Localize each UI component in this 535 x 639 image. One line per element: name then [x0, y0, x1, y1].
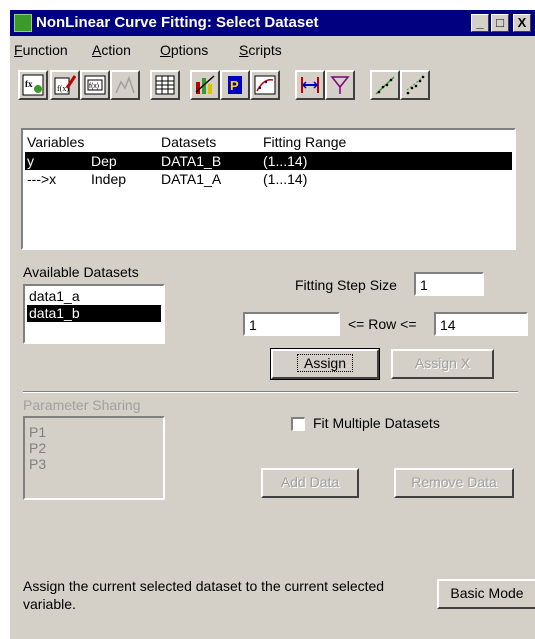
list-item: P2: [29, 440, 47, 456]
basic-mode-button[interactable]: Basic Mode: [437, 579, 535, 609]
scatter-fit-icon[interactable]: [370, 70, 400, 100]
toolbar: fx f(x) f(x) P: [10, 64, 535, 104]
weighting-icon[interactable]: [325, 70, 355, 100]
menu-bar: Function Action Options Scripts: [10, 38, 535, 62]
distribution-icon: [110, 70, 140, 100]
fitting-range-header: Fitting Range: [263, 134, 347, 150]
row-range-label: <= Row <=: [348, 316, 417, 332]
variable-row[interactable]: y Dep DATA1_B (1...14): [25, 152, 512, 170]
status-text: Assign the current selected dataset to t…: [23, 578, 385, 612]
available-datasets-list[interactable]: data1_a data1_b: [23, 284, 165, 344]
fitting-step-size-field[interactable]: 1: [414, 272, 484, 296]
assign-x-button: Assign X: [391, 349, 494, 379]
fitting-step-size-label: Fitting Step Size: [295, 277, 397, 293]
worksheet-icon[interactable]: [150, 70, 180, 100]
parameter-sharing-label: Parameter Sharing: [23, 397, 141, 413]
menu-options[interactable]: Options: [160, 42, 208, 58]
parameters-icon[interactable]: P: [220, 70, 250, 100]
remove-data-button: Remove Data: [394, 468, 514, 498]
svg-text:P: P: [230, 78, 239, 93]
variables-list[interactable]: Variables Datasets Fitting Range y Dep D…: [21, 128, 516, 250]
scatter-fit-up-icon[interactable]: [400, 70, 430, 100]
datasets-header: Datasets: [161, 134, 217, 150]
window-title: NonLinear Curve Fitting: Select Dataset: [36, 14, 319, 31]
function-fx-icon[interactable]: fx: [18, 70, 48, 100]
maximize-button[interactable]: □: [491, 14, 509, 32]
fit-range-icon[interactable]: [295, 70, 325, 100]
list-item: P3: [29, 456, 47, 472]
menu-action[interactable]: Action: [92, 42, 131, 58]
dialog-window: NonLinear Curve Fitting: Select Dataset …: [8, 8, 535, 639]
row-from-field[interactable]: 1: [243, 312, 340, 336]
simulate-icon[interactable]: [250, 70, 280, 100]
fit-multiple-checkbox[interactable]: [291, 417, 305, 431]
row-to-field[interactable]: 14: [434, 312, 528, 336]
variables-header: Variables: [27, 134, 85, 150]
menu-scripts[interactable]: Scripts: [239, 42, 282, 58]
minimize-button[interactable]: _: [471, 14, 489, 32]
assign-button[interactable]: Assign: [270, 348, 380, 380]
add-data-button: Add Data: [261, 468, 359, 498]
menu-function[interactable]: Function: [14, 42, 68, 58]
list-item[interactable]: data1_a: [27, 288, 161, 305]
list-item[interactable]: data1_b: [27, 305, 161, 322]
variable-row[interactable]: --->x Indep DATA1_A (1...14): [25, 170, 512, 188]
select-dataset-icon[interactable]: [190, 70, 220, 100]
list-item: P1: [29, 424, 47, 440]
svg-text:f(x): f(x): [89, 83, 99, 90]
edit-function-icon[interactable]: f(x): [50, 70, 80, 100]
separator: [23, 391, 518, 393]
function-table-icon[interactable]: f(x): [80, 70, 110, 100]
close-button[interactable]: X: [513, 14, 531, 32]
svg-text:fx: fx: [25, 79, 33, 89]
available-datasets-label: Available Datasets: [23, 264, 139, 280]
parameter-sharing-list: P1 P2 P3: [23, 416, 165, 500]
app-icon: [14, 14, 32, 32]
fit-multiple-label: Fit Multiple Datasets: [313, 415, 440, 431]
title-bar: NonLinear Curve Fitting: Select Dataset …: [10, 10, 535, 36]
